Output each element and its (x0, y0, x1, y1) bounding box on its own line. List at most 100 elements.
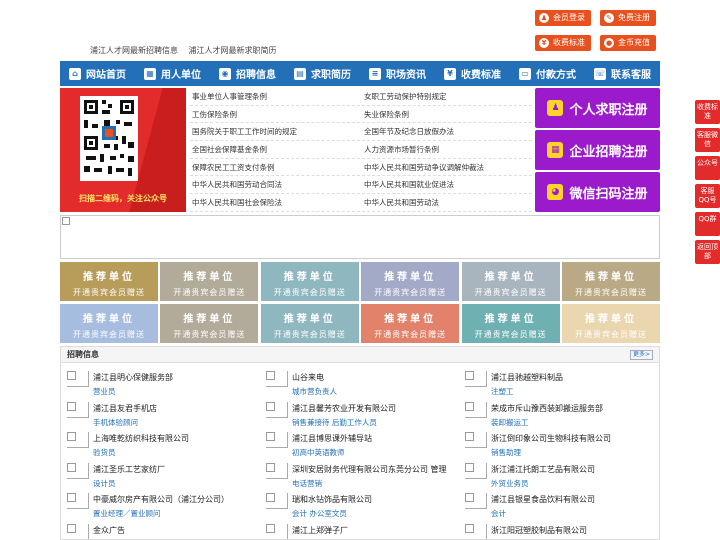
company-name-link[interactable]: 中豪威尔房产有限公司（浦江分公司） (93, 494, 229, 505)
company-name-link[interactable]: 荣成市斥山豫西装卸搬运服务部 (491, 403, 603, 414)
company-logo[interactable] (266, 432, 288, 448)
position-link[interactable]: 外贸业务员 (491, 478, 529, 489)
recommended-employer-tile[interactable]: 推荐单位 开通贵宾会员赠送 (562, 304, 660, 343)
company-logo[interactable] (67, 371, 89, 387)
nav-news[interactable]: ≡ 职场资讯 (360, 61, 435, 86)
company-name-link[interactable]: 浙江浦江托朗工艺品有限公司 (491, 464, 595, 475)
company-name-link[interactable]: 浦江县明心保健服务部 (93, 372, 173, 383)
service-wechat-side-button[interactable]: 客服微信 (695, 128, 720, 152)
recommended-employer-tile[interactable]: 推荐单位 开通贵宾会员赠送 (260, 304, 359, 343)
company-logo[interactable] (266, 371, 288, 387)
recommended-employer-tile[interactable]: 推荐单位 开通贵宾会员赠送 (260, 262, 359, 301)
latest-resumes-link[interactable]: 浦江人才网最新求职简历 (189, 46, 277, 55)
nav-resumes[interactable]: ▤ 求职简历 (285, 61, 360, 86)
company-logo[interactable] (266, 462, 288, 479)
position-link[interactable]: 城市营负责人 (292, 386, 337, 397)
company-logo[interactable] (465, 371, 487, 387)
company-name-link[interactable]: 瑞和水钻饰品有限公司 (292, 494, 372, 505)
company-name-link[interactable]: 山谷来电 (292, 372, 324, 383)
company-name-link[interactable]: 浦江圣乐工艺家纺厂 (93, 464, 165, 475)
more-jobs-link[interactable]: 更多> (629, 350, 653, 360)
position-link[interactable]: 会计 办公室文员 (292, 508, 347, 519)
company-logo[interactable] (67, 462, 89, 479)
fee-standard-side-button[interactable]: 收费标准 (695, 100, 720, 124)
company-name-link[interactable]: 上海唯乾纺织科技有限公司 (93, 433, 189, 444)
service-qq-side-button[interactable]: 客服QQ号 (695, 184, 720, 208)
position-link[interactable]: 设计员 (93, 478, 116, 489)
recommended-employer-tile[interactable]: 推荐单位 开通贵宾会员赠送 (60, 304, 158, 343)
policy-link[interactable]: 中华人民共和国劳动合同法 (190, 176, 360, 195)
position-link[interactable]: 验货员 (93, 447, 116, 458)
position-link[interactable]: 销售助理 (491, 447, 521, 458)
recommended-employer-tile[interactable]: 推荐单位 开通贵宾会员赠送 (461, 262, 560, 301)
position-link[interactable]: 置业经理／置业顾问 (93, 508, 161, 519)
company-name-link[interactable]: 浦江县驰越塑料制品 (491, 372, 563, 383)
nav-home[interactable]: ⌂ 网站首页 (60, 61, 135, 86)
nav-payment[interactable]: ▭ 付款方式 (510, 61, 585, 86)
company-logo[interactable] (266, 523, 288, 539)
nav-employers[interactable]: ▦ 用人单位 (135, 61, 210, 86)
company-logo[interactable] (67, 401, 89, 418)
company-logo[interactable] (266, 401, 288, 418)
recommended-employer-tile[interactable]: 推荐单位 开通贵宾会员赠送 (60, 262, 158, 301)
policy-link[interactable]: 国务院关于职工工作时间的规定 (190, 123, 360, 142)
position-link[interactable]: 电话营销 (292, 478, 322, 489)
personal-register-button[interactable]: ♟ 个人求职注册 (535, 88, 660, 128)
nav-fees[interactable]: ¥ 收费标准 (435, 61, 510, 86)
recommended-employer-tile[interactable]: 推荐单位 开通贵宾会员赠送 (461, 304, 560, 343)
coin-recharge-button[interactable]: ● 金币充值 (600, 35, 656, 51)
company-logo[interactable] (67, 493, 89, 509)
company-logo[interactable] (465, 432, 487, 448)
policy-link[interactable]: 中华人民共和国社会保险法 (190, 194, 360, 212)
company-logo[interactable] (67, 432, 89, 448)
company-register-button[interactable]: ▦ 企业招聘注册 (535, 130, 660, 170)
company-name-link[interactable]: 浦江上郑弹子厂 (292, 525, 348, 536)
policy-link[interactable]: 女职工劳动保护特别规定 (362, 88, 532, 106)
latest-jobs-link[interactable]: 浦江人才网最新招聘信息 (90, 46, 178, 55)
recommended-employer-tile[interactable]: 推荐单位 开通贵宾会员赠送 (160, 262, 259, 301)
position-link[interactable]: 装卸搬运工 (491, 417, 529, 428)
policy-link[interactable]: 工伤保险条例 (190, 106, 360, 124)
company-logo[interactable] (266, 493, 288, 509)
policy-link[interactable]: 人力资源市场暂行条例 (362, 141, 532, 159)
policy-link[interactable]: 全国年节及纪念日放假办法 (362, 123, 532, 142)
position-link[interactable]: 营业员 (93, 386, 116, 397)
banner-image[interactable] (60, 215, 660, 259)
policy-link[interactable]: 事业单位人事管理条例 (190, 88, 360, 106)
policy-link[interactable]: 失业保险条例 (362, 106, 532, 124)
member-login-button[interactable]: ♟ 会员登录 (535, 10, 591, 26)
free-register-button[interactable]: ✎ 免费注册 (600, 10, 656, 26)
company-name-link[interactable]: 深圳安居财务代理有限公司东莞分公司 管理 (292, 464, 447, 475)
company-name-link[interactable]: 浦江县博思课外辅导站 (292, 433, 372, 444)
policy-link[interactable]: 中华人民共和国就业促进法 (362, 176, 532, 195)
position-link[interactable]: 会计 (491, 508, 506, 519)
company-logo[interactable] (465, 462, 487, 479)
company-logo[interactable] (465, 523, 487, 539)
recommended-employer-tile[interactable]: 推荐单位 开通贵宾会员赠送 (160, 304, 259, 343)
company-logo[interactable] (67, 523, 89, 539)
qq-group-side-button[interactable]: QQ群 (695, 212, 720, 236)
nav-jobs[interactable]: ◉ 招聘信息 (210, 61, 285, 86)
wechat-register-button[interactable]: ◕ 微信扫码注册 (535, 172, 660, 212)
company-name-link[interactable]: 浦江县馨芳农业开发有限公司 (292, 403, 396, 414)
position-link[interactable]: 手机体验顾问 (93, 417, 138, 428)
official-account-side-button[interactable]: 公众号 (695, 156, 720, 180)
policy-link[interactable]: 保障农民工工资支付条例 (190, 159, 360, 177)
recommended-employer-tile[interactable]: 推荐单位 开通贵宾会员赠送 (361, 262, 460, 301)
recommended-employer-tile[interactable]: 推荐单位 开通贵宾会员赠送 (361, 304, 460, 343)
position-link[interactable]: 注塑工 (491, 386, 514, 397)
company-name-link[interactable]: 浦江县银星食品饮料有限公司 (491, 494, 595, 505)
company-logo[interactable] (465, 493, 487, 509)
company-name-link[interactable]: 金众广告 (93, 525, 125, 536)
policy-link[interactable]: 中华人民共和国劳动争议调解仲裁法 (362, 159, 532, 177)
company-name-link[interactable]: 浙江阳冠塑胶制品有限公司 (491, 525, 587, 536)
position-link[interactable]: 销售兼接待 后勤工作人员 (292, 417, 377, 428)
nav-contact[interactable]: ☏ 联系客服 (585, 61, 660, 86)
policy-link[interactable]: 全国社会保障基金条例 (190, 141, 360, 159)
company-name-link[interactable]: 浦江县友君手机店 (93, 403, 157, 414)
recommended-employer-tile[interactable]: 推荐单位 开通贵宾会员赠送 (562, 262, 660, 301)
company-logo[interactable] (465, 401, 487, 418)
fee-standard-button[interactable]: ¥ 收费标准 (535, 35, 591, 51)
position-link[interactable]: 初高中英语教师 (292, 447, 345, 458)
company-name-link[interactable]: 浙江倒印象公司生物科技有限公司 (491, 433, 611, 444)
